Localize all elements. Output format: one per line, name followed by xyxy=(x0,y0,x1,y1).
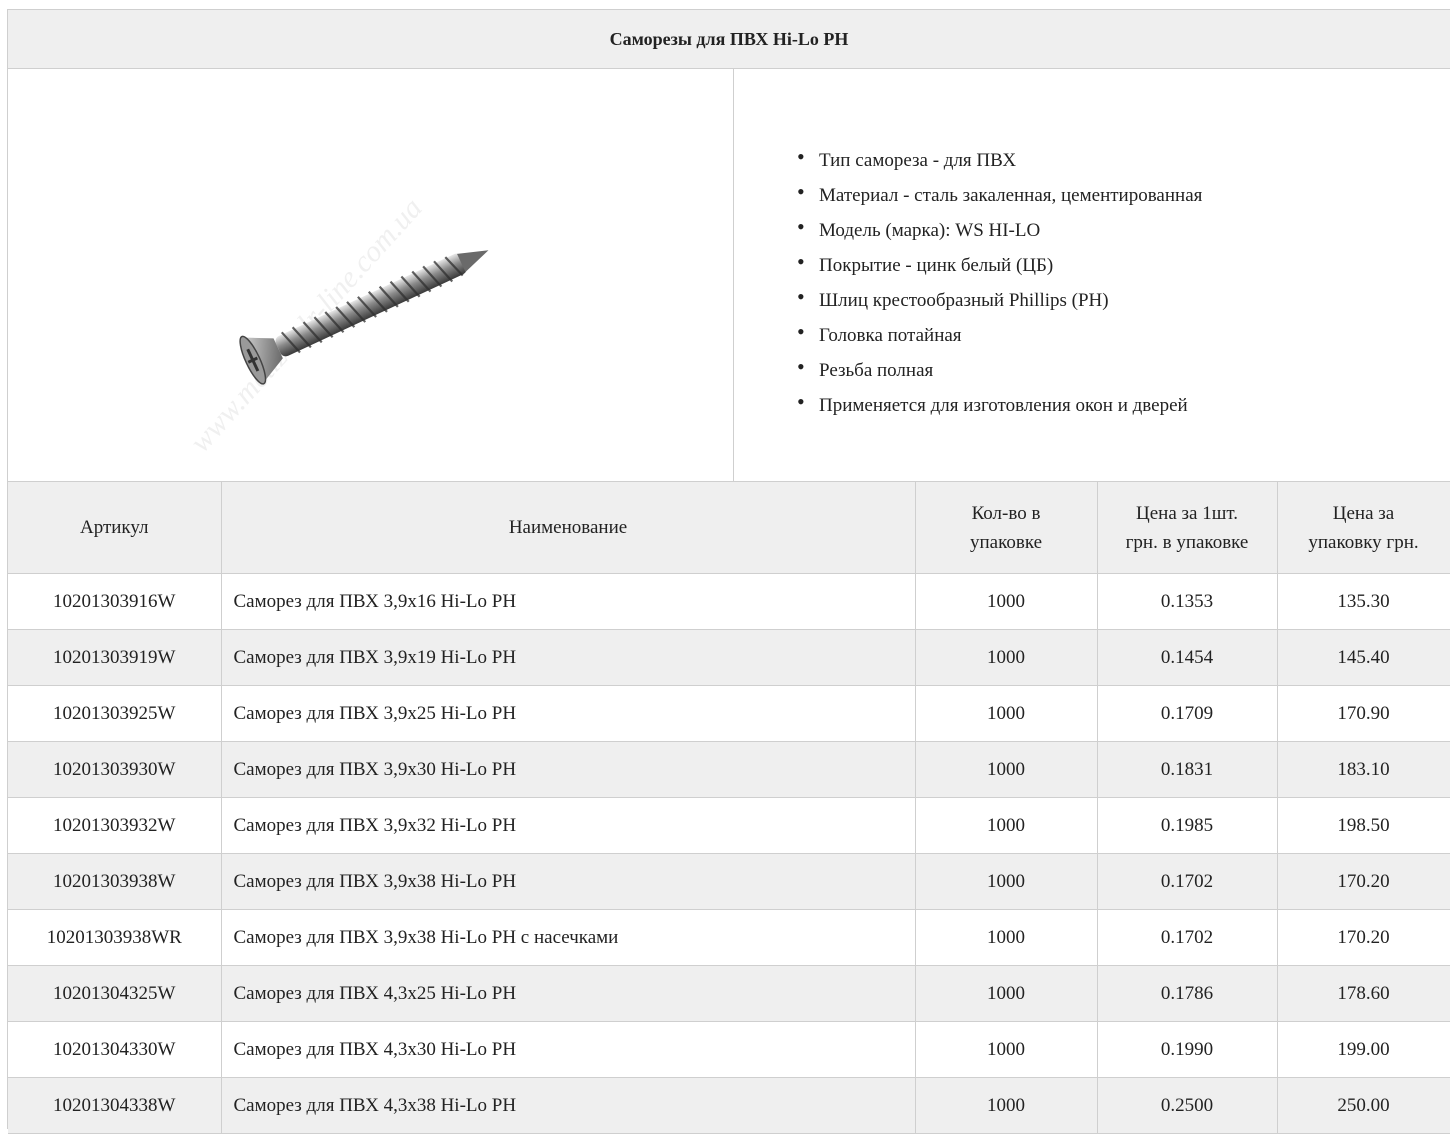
header-pack-price-line2: упаковку грн. xyxy=(1308,531,1419,553)
cell-unit-price: 0.1353 xyxy=(1097,573,1278,630)
cell-qty: 1000 xyxy=(915,629,1098,686)
cell-pack-price: 135.30 xyxy=(1277,573,1450,630)
table-row: 10201303925W Саморез для ПВХ 3,9x25 Hi-L… xyxy=(8,685,1450,742)
product-title: Саморезы для ПВХ Hi-Lo PH xyxy=(8,10,1450,69)
feature-item: Резьба полная xyxy=(793,349,1202,388)
cell-sku: 10201303938WR xyxy=(8,909,222,966)
cell-name: Саморез для ПВХ 4,3x38 Hi-Lo PH xyxy=(221,1077,916,1134)
header-pack-price: Цена за упаковку грн. xyxy=(1277,482,1450,574)
feature-item: Шлиц крестообразный Phillips (PH) xyxy=(793,279,1202,318)
price-table: Артикул Наименование Кол-во в упаковке Це… xyxy=(8,482,1450,1134)
cell-sku: 10201304325W xyxy=(8,965,222,1022)
cell-unit-price: 0.1702 xyxy=(1097,909,1278,966)
cell-pack-price: 198.50 xyxy=(1277,797,1450,854)
cell-qty: 1000 xyxy=(915,965,1098,1022)
cell-name: Саморез для ПВХ 3,9x19 Hi-Lo PH xyxy=(221,629,916,686)
cell-qty: 1000 xyxy=(915,1077,1098,1134)
cell-unit-price: 0.1831 xyxy=(1097,741,1278,798)
header-name: Наименование xyxy=(221,482,916,574)
feature-item: Покрытие - цинк белый (ЦБ) xyxy=(793,244,1202,283)
cell-qty: 1000 xyxy=(915,797,1098,854)
cell-pack-price: 170.20 xyxy=(1277,853,1450,910)
feature-item: Модель (марка): WS HI-LO xyxy=(793,209,1202,248)
cell-sku: 10201303932W xyxy=(8,797,222,854)
cell-unit-price: 0.1985 xyxy=(1097,797,1278,854)
feature-item: Материал - сталь закаленная, цементирова… xyxy=(793,174,1202,213)
cell-pack-price: 178.60 xyxy=(1277,965,1450,1022)
table-row: 10201303930W Саморез для ПВХ 3,9x30 Hi-L… xyxy=(8,741,1450,798)
table-header-row: Артикул Наименование Кол-во в упаковке Це… xyxy=(8,482,1450,574)
header-unit-price: Цена за 1шт. грн. в упаковке xyxy=(1097,482,1278,574)
cell-name: Саморез для ПВХ 4,3x25 Hi-Lo PH xyxy=(221,965,916,1022)
cell-sku: 10201303938W xyxy=(8,853,222,910)
cell-name: Саморез для ПВХ 3,9x32 Hi-Lo PH xyxy=(221,797,916,854)
cell-pack-price: 183.10 xyxy=(1277,741,1450,798)
cell-name: Саморез для ПВХ 3,9x30 Hi-Lo PH xyxy=(221,741,916,798)
cell-pack-price: 145.40 xyxy=(1277,629,1450,686)
table-row: 10201304338W Саморез для ПВХ 4,3x38 Hi-L… xyxy=(8,1077,1450,1134)
cell-sku: 10201303930W xyxy=(8,741,222,798)
cell-sku: 10201303919W xyxy=(8,629,222,686)
header-unit-price-line2: грн. в упаковке xyxy=(1125,531,1249,553)
cell-sku: 10201303916W xyxy=(8,573,222,630)
feature-item: Применяется для изготовления окон и двер… xyxy=(793,384,1202,423)
cell-qty: 1000 xyxy=(915,741,1098,798)
product-info: www.metiz-mlr-line.com.ua • Тип самореза… xyxy=(8,69,1450,482)
table-row: 10201304330W Саморез для ПВХ 4,3x30 Hi-L… xyxy=(8,1021,1450,1078)
cell-unit-price: 0.1702 xyxy=(1097,853,1278,910)
cell-unit-price: 0.1709 xyxy=(1097,685,1278,742)
cell-qty: 1000 xyxy=(915,909,1098,966)
header-unit-price-line1: Цена за 1шт. xyxy=(1136,502,1238,524)
product-image: www.metiz-mlr-line.com.ua xyxy=(8,69,734,481)
cell-name: Саморез для ПВХ 3,9x16 Hi-Lo PH xyxy=(221,573,916,630)
cell-name: Саморез для ПВХ 3,9x25 Hi-Lo PH xyxy=(221,685,916,742)
cell-unit-price: 0.1454 xyxy=(1097,629,1278,686)
screw-image: www.metiz-mlr-line.com.ua xyxy=(184,192,489,459)
table-row: 10201303938WR Саморез для ПВХ 3,9x38 Hi-… xyxy=(8,909,1450,966)
cell-sku: 10201303925W xyxy=(8,685,222,742)
cell-qty: 1000 xyxy=(915,1021,1098,1078)
table-row: 10201303919W Саморез для ПВХ 3,9x19 Hi-L… xyxy=(8,629,1450,686)
table-row: 10201303938W Саморез для ПВХ 3,9x38 Hi-L… xyxy=(8,853,1450,910)
header-pack-price-line1: Цена за xyxy=(1332,502,1395,524)
header-qty-line1: Кол-во в xyxy=(971,502,1041,524)
cell-name: Саморез для ПВХ 3,9x38 Hi-Lo PH xyxy=(221,853,916,910)
feature-item: Головка потайная xyxy=(793,314,1202,353)
cell-pack-price: 250.00 xyxy=(1277,1077,1450,1134)
cell-unit-price: 0.2500 xyxy=(1097,1077,1278,1134)
cell-sku: 10201304338W xyxy=(8,1077,222,1134)
cell-unit-price: 0.1990 xyxy=(1097,1021,1278,1078)
cell-qty: 1000 xyxy=(915,853,1098,910)
cell-pack-price: 170.90 xyxy=(1277,685,1450,742)
header-sku: Артикул xyxy=(8,482,222,574)
cell-unit-price: 0.1786 xyxy=(1097,965,1278,1022)
header-qty-line2: упаковке xyxy=(969,531,1043,553)
cell-qty: 1000 xyxy=(915,573,1098,630)
header-qty: Кол-во в упаковке xyxy=(915,482,1098,574)
cell-name: Саморез для ПВХ 4,3x30 Hi-Lo PH xyxy=(221,1021,916,1078)
table-row: 10201303932W Саморез для ПВХ 3,9x32 Hi-L… xyxy=(8,797,1450,854)
cell-qty: 1000 xyxy=(915,685,1098,742)
cell-name: Саморез для ПВХ 3,9x38 Hi-Lo PH с насечк… xyxy=(221,909,916,966)
feature-item: Тип самореза - для ПВХ xyxy=(793,139,1202,178)
table-row: 10201304325W Саморез для ПВХ 4,3x25 Hi-L… xyxy=(8,965,1450,1022)
cell-sku: 10201304330W xyxy=(8,1021,222,1078)
table-row: 10201303916W Саморез для ПВХ 3,9x16 Hi-L… xyxy=(8,573,1450,630)
cell-pack-price: 199.00 xyxy=(1277,1021,1450,1078)
product-card: Саморезы для ПВХ Hi-Lo PH www.metiz-mlr- xyxy=(7,9,1450,1134)
feature-list: Тип самореза - для ПВХ Материал - сталь … xyxy=(793,139,1202,423)
cell-pack-price: 170.20 xyxy=(1277,909,1450,966)
